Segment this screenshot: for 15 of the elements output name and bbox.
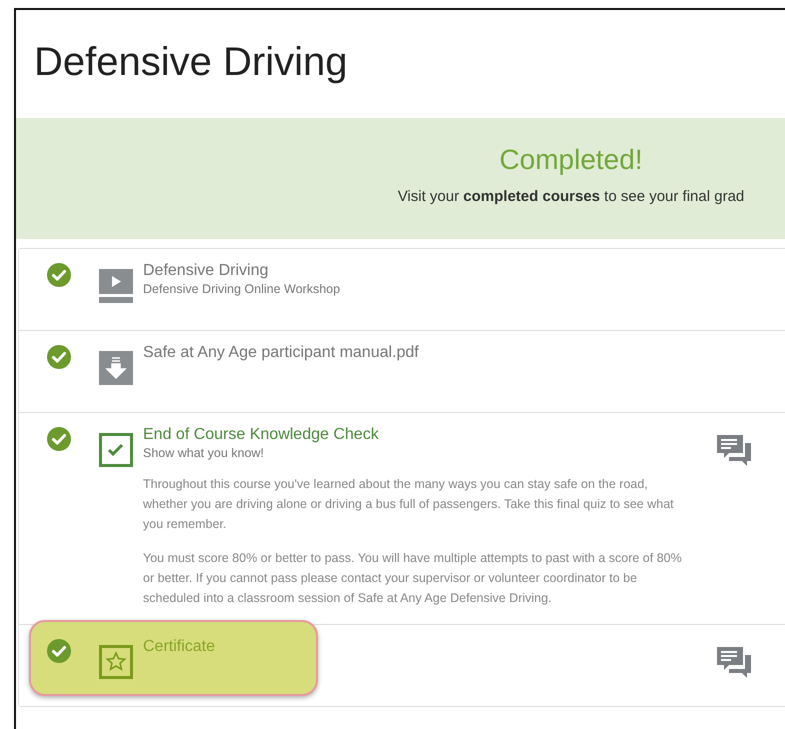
- page-title: Defensive Driving: [33, 39, 348, 86]
- completion-message: Visit your completed courses to see your final grad: [398, 188, 744, 205]
- download-icon: [99, 351, 133, 385]
- item-title: Safe at Any Age participant manual.pdf: [143, 344, 419, 362]
- completed-heading: Completed!: [499, 144, 643, 176]
- item-title: Defensive Driving: [143, 262, 268, 280]
- item-description: Throughout this course you've learned about the many ways you can stay safe on the road, whether you are driving alone or driving a bus full of passengers. Take this final quiz to see what you remember.: [143, 476, 675, 533]
- chat-bubbles-icon[interactable]: [717, 435, 753, 467]
- checkbox-icon: [99, 433, 133, 467]
- chat-bubbles-icon[interactable]: [717, 647, 753, 679]
- video-icon: [99, 269, 133, 303]
- item-subtitle: Show what you know!: [143, 446, 265, 460]
- item-subtitle: Defensive Driving Online Workshop: [143, 282, 342, 296]
- item-link[interactable]: End of Course Knowledge Check: [143, 426, 379, 444]
- item-description: You must score 80% or better to pass. You will have multiple attempts to past with a score of 80% or better. If you cannot pass please contact your supervisor or volunteer coordinator to be scheduled into a classroom session of Safe at Any Age Defensive Driving.: [143, 550, 683, 607]
